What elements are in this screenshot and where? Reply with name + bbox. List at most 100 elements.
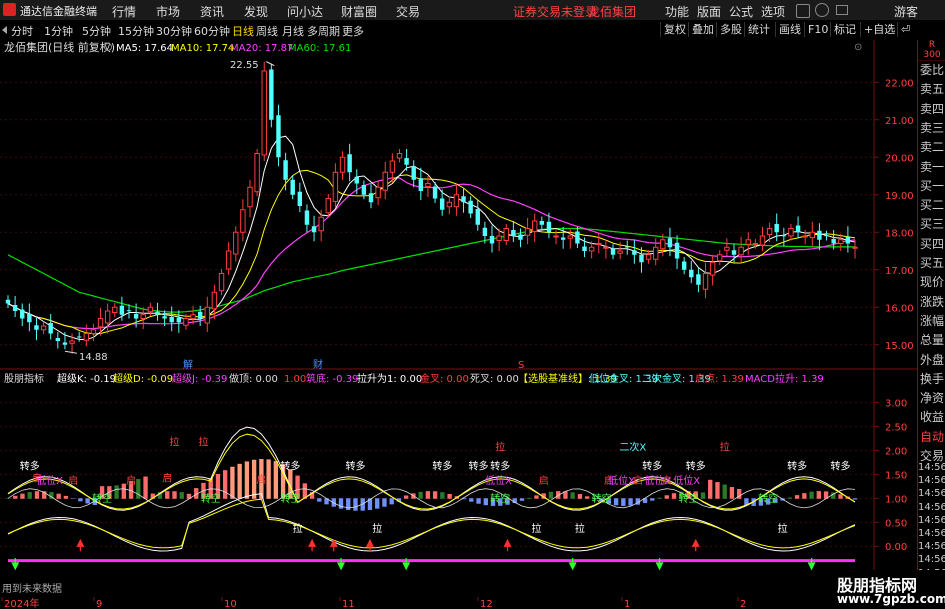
indicator-bar xyxy=(382,498,387,507)
candle-body-up xyxy=(603,246,609,249)
candle-body-down xyxy=(482,227,488,236)
return-button[interactable]: ⏎ xyxy=(897,22,913,37)
ind-ytick-label: 3.00 xyxy=(885,398,907,409)
legend-ma20: MA20: 17.87 xyxy=(230,43,293,54)
indicator-bar xyxy=(13,495,18,499)
collapse-left-icon[interactable] xyxy=(2,26,7,34)
candle-body-down xyxy=(610,248,616,255)
sidebar-label[interactable]: 自动 xyxy=(918,428,945,447)
candle-body-up xyxy=(112,306,118,313)
diejia-button[interactable]: 叠加 xyxy=(688,22,717,37)
guest-label[interactable]: 游客 xyxy=(894,3,918,20)
layout-icon[interactable] xyxy=(796,4,810,18)
candle-body-down xyxy=(696,274,701,285)
period-monthly[interactable]: 月线 xyxy=(282,23,304,39)
indicator-legend-item: 超级K: -0.19 xyxy=(57,372,116,385)
indicator-bar xyxy=(657,497,662,499)
signal-zhuanduo: 转多 xyxy=(432,460,452,473)
fuquan-button[interactable]: 复权 xyxy=(660,22,689,37)
x-tick-label: 1 xyxy=(624,599,630,609)
sidebar-label: 涨幅 xyxy=(919,313,944,328)
candle-body-up xyxy=(396,153,403,159)
candle-body-up xyxy=(660,239,666,250)
period-daily[interactable]: 日线 xyxy=(232,23,254,39)
candle-body-up xyxy=(104,310,111,324)
menu-faxian[interactable]: 发现 xyxy=(244,3,268,20)
candle-body-up xyxy=(375,186,381,199)
sidebar-label: 总量 xyxy=(919,333,944,348)
indicator-bar xyxy=(172,491,177,499)
candle-body-up xyxy=(339,156,346,173)
biaoji-button[interactable]: 标记 xyxy=(830,22,859,37)
add-watchlist-button[interactable]: +自选 xyxy=(860,22,898,37)
sidebar-label: 买四 xyxy=(919,236,944,251)
menu-gongneng[interactable]: 功能 xyxy=(665,3,689,20)
user-icon[interactable] xyxy=(815,3,829,17)
period-more[interactable]: 更多 xyxy=(342,23,364,39)
candle-body-down xyxy=(269,69,274,120)
candle-body-down xyxy=(311,226,317,233)
signal-zhuanduo: 转多 xyxy=(345,460,365,473)
signal-zhuankong: 转空 xyxy=(758,492,778,505)
title-bar: 通达信金融终端 行情 市场 资讯 发现 问小达 财富圈 交易 证券交易未登录 龙… xyxy=(0,0,945,21)
menu-caifuquan[interactable]: 财富圈 xyxy=(341,3,377,20)
tongji-button[interactable]: 统计 xyxy=(744,22,773,37)
legend-ma10: MA10: 17.74 xyxy=(171,43,234,54)
indicator-bar xyxy=(389,498,394,505)
x-axis-bg xyxy=(0,597,917,609)
candle-body-down xyxy=(12,305,18,311)
menu-wenxiaoda[interactable]: 问小达 xyxy=(287,3,323,20)
period-multi[interactable]: 多周期 xyxy=(307,23,340,39)
candle-body-up xyxy=(233,231,239,255)
period-1min[interactable]: 1分钟 xyxy=(44,23,73,39)
menu-jiaoyi[interactable]: 交易 xyxy=(396,3,420,20)
period-15min[interactable]: 15分钟 xyxy=(118,23,154,39)
candlestick-chart[interactable]: 22.00 21.00 20.00 19.00 18.00 17.00 16.00 15.00… xyxy=(0,40,917,370)
indicator-bar xyxy=(63,495,69,499)
signal-qi: 启 xyxy=(539,474,549,487)
message-icon[interactable] xyxy=(836,5,848,15)
quote-sidebar: R 300 委比 卖五 卖四 卖三 卖二 卖一 买一 买二 买三 买四 买五 现价 涨跌 涨幅 总量 外盘 换手… xyxy=(917,40,945,609)
period-5min[interactable]: 5分钟 xyxy=(82,23,111,39)
chart-expand-icon[interactable]: ⊙ xyxy=(854,42,862,53)
candle-body-down xyxy=(560,237,566,240)
huaxian-button[interactable]: 画线 xyxy=(775,22,804,37)
period-fenshi[interactable]: 分时 xyxy=(11,23,33,39)
duogu-button[interactable]: 多股 xyxy=(716,22,745,37)
marker-cai: 财 xyxy=(313,358,323,370)
menu-zixun[interactable]: 资讯 xyxy=(200,3,224,20)
main-ytick-label: 15.00 xyxy=(885,341,914,352)
candle-body-up xyxy=(332,171,339,202)
candle-body-up xyxy=(645,254,652,260)
candle-body-down xyxy=(361,185,367,195)
candle-body-up xyxy=(766,228,773,235)
indicator-bar xyxy=(78,498,83,502)
menu-hangqing[interactable]: 行情 xyxy=(112,3,136,20)
menu-banmian[interactable]: 版面 xyxy=(697,3,721,20)
candle-body-down xyxy=(475,209,480,225)
period-weekly[interactable]: 周线 xyxy=(256,23,278,39)
period-60min[interactable]: 60分钟 xyxy=(194,23,230,39)
x-axis: 2024年 9 10 11 12 1 2 xyxy=(0,597,917,609)
f10-button[interactable]: F10 xyxy=(804,22,831,37)
sidebar-label: 委比 xyxy=(919,63,944,77)
indicator-bar xyxy=(802,493,807,499)
candle-body-up xyxy=(97,318,104,328)
indicator-bar xyxy=(613,498,619,506)
indicator-title: 股朋指标 xyxy=(4,372,44,385)
trade-login-notice[interactable]: 证券交易未登录 xyxy=(513,3,597,20)
sidebar-label: 现价 xyxy=(919,275,944,290)
candle-body-up xyxy=(69,340,75,344)
candle-body-up xyxy=(83,333,90,341)
main-ytick-label: 17.00 xyxy=(885,266,914,277)
indicator-bar xyxy=(20,493,25,499)
candle-body-up xyxy=(802,235,808,238)
indicator-chart[interactable]: 启启启启启启启启启拉拉拉拉拉拉拉拉拉转多 转多 转多 转多 转多 转多 转多 转多 转多 转多转空… xyxy=(0,370,917,597)
candle-body-down xyxy=(27,314,32,323)
candle-body-down xyxy=(817,230,822,240)
menu-shichang[interactable]: 市场 xyxy=(156,3,180,20)
menu-xuanxiang[interactable]: 选项 xyxy=(761,3,785,20)
menu-gongshi[interactable]: 公式 xyxy=(729,3,753,20)
indicator-bar xyxy=(418,491,423,499)
period-30min[interactable]: 30分钟 xyxy=(156,23,192,39)
